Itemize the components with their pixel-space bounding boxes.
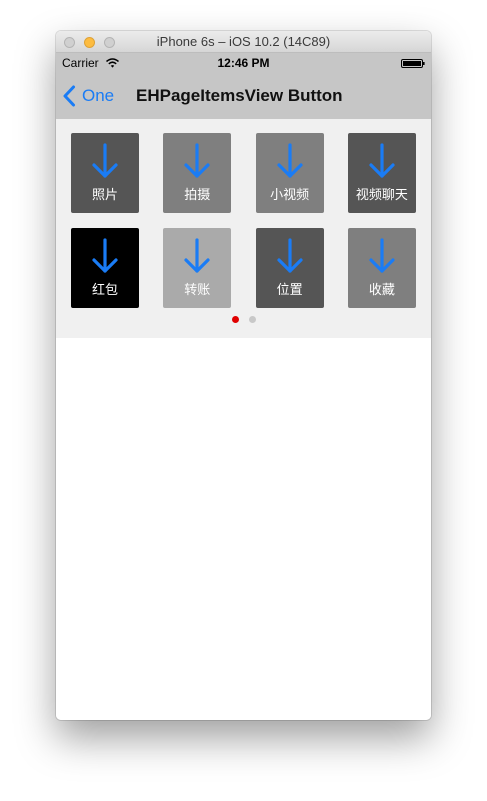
simulator-window: iPhone 6s – iOS 10.2 (14C89) Carrier 12:… — [56, 31, 431, 720]
page-item-button[interactable]: 位置 — [255, 228, 324, 308]
status-bar: Carrier 12:46 PM — [56, 53, 431, 73]
page-item-label: 收藏 — [368, 282, 395, 297]
chevron-left-icon — [63, 85, 75, 107]
status-time: 12:46 PM — [217, 56, 270, 70]
page-item-button[interactable]: 拍摄 — [163, 133, 232, 213]
back-button[interactable]: One — [62, 73, 114, 119]
page-item-label: 视频聊天 — [355, 187, 408, 202]
content-area — [56, 338, 431, 720]
page-item-button[interactable]: 转账 — [163, 228, 232, 308]
page-item-label: 照片 — [91, 187, 118, 202]
page-item-label: 转账 — [184, 282, 211, 297]
arrow-down-icon — [184, 238, 210, 273]
back-button-label: One — [82, 86, 115, 105]
page-item-button[interactable]: 照片 — [71, 133, 139, 213]
arrow-down-icon — [369, 238, 395, 273]
battery-icon — [401, 59, 425, 68]
page-title: EHPageItemsView Button — [136, 86, 343, 105]
page-item-label: 红包 — [91, 282, 118, 297]
page-item-button[interactable]: 红包 — [71, 228, 139, 308]
arrow-down-icon — [92, 238, 118, 273]
arrow-down-icon — [276, 238, 303, 273]
page-items-view[interactable]: 照片 拍摄 小视频 视频聊天 红包 转账 位置 收藏 — [56, 119, 431, 338]
page-item-button[interactable]: 小视频 — [255, 133, 324, 213]
arrow-down-icon — [184, 143, 210, 178]
page-item-label: 位置 — [276, 282, 303, 297]
page-item-label: 拍摄 — [184, 187, 211, 202]
items-grid: 照片 拍摄 小视频 视频聊天 红包 转账 位置 收藏 — [71, 133, 416, 308]
arrow-down-icon — [92, 143, 118, 178]
window-title: iPhone 6s – iOS 10.2 (14C89) — [156, 34, 331, 49]
arrow-down-icon — [276, 143, 303, 178]
navigation-bar: One EHPageItemsView Button — [56, 73, 431, 119]
page-item-button[interactable]: 视频聊天 — [347, 133, 416, 213]
page-dot[interactable] — [248, 316, 256, 323]
arrow-down-icon — [369, 143, 395, 178]
page-control[interactable] — [56, 316, 431, 323]
page-item-label: 小视频 — [270, 187, 310, 202]
page-dot-active[interactable] — [231, 316, 239, 323]
window-titlebar: iPhone 6s – iOS 10.2 (14C89) — [56, 31, 431, 53]
page-item-button[interactable]: 收藏 — [347, 228, 416, 308]
